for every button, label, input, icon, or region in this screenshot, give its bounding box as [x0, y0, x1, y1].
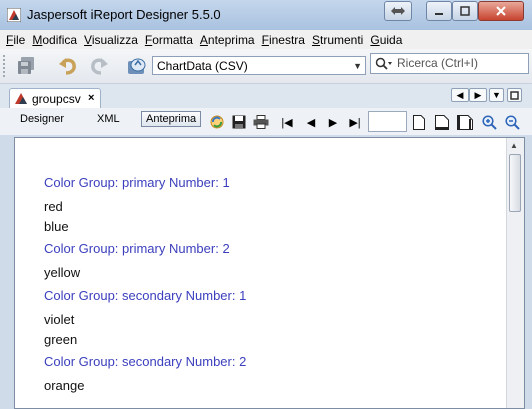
maximize-icon [460, 6, 470, 16]
toolbar-grip[interactable] [3, 55, 9, 77]
maximize-button[interactable] [452, 1, 478, 21]
detail-row: orange [44, 378, 85, 393]
menu-formatta[interactable]: Formatta [145, 33, 193, 47]
datasource-select[interactable]: ChartData (CSV) ▼ [152, 56, 366, 75]
redo-button[interactable] [88, 55, 110, 77]
designer-tab[interactable]: Designer [20, 113, 64, 125]
detail-row: red [44, 199, 63, 214]
print-button[interactable] [252, 114, 270, 130]
fit-page-button[interactable] [433, 114, 451, 130]
zoom-in-icon [481, 114, 497, 130]
actual-size-button[interactable] [410, 114, 428, 130]
close-window-button[interactable] [478, 1, 524, 21]
report-preview: Color Group: primary Number: 1 red blue … [14, 137, 525, 409]
save-report-button[interactable] [230, 114, 248, 130]
scroll-tabs-right-button[interactable]: ▶ [469, 88, 487, 102]
maximize-icon [510, 90, 519, 100]
minimize-icon [435, 13, 443, 15]
menu-modifica[interactable]: Modifica [32, 33, 77, 47]
menu-bar: File Modifica Visualizza Formatta Antepr… [0, 30, 532, 49]
chevron-right-icon: ▶ [474, 89, 482, 100]
menu-anteprima[interactable]: Anteprima [200, 33, 255, 47]
resize-arrows-icon [391, 7, 405, 15]
printer-icon [253, 115, 269, 129]
detail-row: yellow [44, 265, 81, 280]
save-all-icon [18, 57, 34, 74]
datasource-button[interactable] [126, 55, 148, 77]
undo-icon [59, 58, 76, 75]
tab-groupcsv[interactable]: groupcsv × [9, 88, 101, 108]
vertical-scrollbar[interactable]: ▲ [506, 138, 524, 408]
maximize-editor-button[interactable] [507, 88, 522, 102]
scroll-tabs-left-button[interactable]: ◀ [451, 88, 469, 102]
menu-file[interactable]: File [6, 33, 25, 47]
menu-visualizza[interactable]: Visualizza [84, 33, 138, 47]
first-page-button[interactable]: |◀ [278, 114, 296, 130]
chevron-left-icon: ◀ [456, 89, 464, 100]
datasource-value: ChartData (CSV) [157, 58, 248, 73]
fit-width-button[interactable] [456, 114, 474, 130]
menu-guida[interactable]: Guida [370, 33, 402, 47]
zoom-in-button[interactable] [480, 114, 498, 130]
save-all-button[interactable] [15, 55, 37, 77]
restore-size-button[interactable] [384, 1, 412, 21]
fit-width-icon [457, 114, 473, 130]
group-header: Color Group: primary Number: 2 [44, 241, 230, 256]
refresh-button[interactable] [208, 114, 226, 130]
detail-row: blue [44, 219, 69, 234]
search-placeholder: Ricerca (Ctrl+I) [397, 56, 479, 70]
group-header: Color Group: secondary Number: 1 [44, 288, 247, 303]
editor-toolbar: Designer XML Anteprima |◀ ◀ ▶ ▶| [0, 108, 532, 135]
group-header: Color Group: primary Number: 1 [44, 175, 230, 190]
page-icon [413, 114, 425, 130]
report-file-icon [15, 93, 27, 104]
close-icon [496, 6, 506, 16]
group-header: Color Group: secondary Number: 2 [44, 354, 247, 369]
scrollbar-thumb[interactable] [509, 154, 521, 212]
save-icon [232, 115, 246, 129]
chevron-down-icon: ▼ [492, 90, 501, 100]
zoom-out-button[interactable] [503, 114, 521, 130]
last-page-button[interactable]: ▶| [346, 114, 364, 130]
title-bar: Jaspersoft iReport Designer 5.5.0 [0, 0, 532, 30]
detail-row: violet [44, 312, 75, 327]
zoom-out-icon [504, 114, 520, 130]
app-logo-icon [7, 8, 21, 22]
chevron-down-icon: ▼ [353, 61, 362, 71]
fit-page-icon [435, 114, 449, 130]
first-page-icon: |◀ [281, 116, 293, 129]
datasource-icon [128, 58, 146, 74]
next-page-icon: ▶ [328, 116, 338, 129]
redo-icon [91, 58, 108, 75]
previous-page-button[interactable]: ◀ [302, 114, 320, 130]
minimize-button[interactable] [426, 1, 452, 21]
page-number-input[interactable] [368, 111, 407, 132]
tab-label: groupcsv [32, 92, 81, 106]
menu-strumenti[interactable]: Strumenti [312, 33, 363, 47]
preview-tab[interactable]: Anteprima [141, 111, 202, 127]
search-field[interactable]: Ricerca (Ctrl+I) [370, 53, 529, 74]
menu-finestra[interactable]: Finestra [262, 33, 305, 47]
next-page-button[interactable]: ▶ [324, 114, 342, 130]
last-page-icon: ▶| [349, 116, 361, 129]
undo-button[interactable] [57, 55, 79, 77]
previous-page-icon: ◀ [306, 116, 316, 129]
scroll-up-icon[interactable]: ▲ [510, 141, 518, 150]
window-title: Jaspersoft iReport Designer 5.5.0 [27, 7, 221, 22]
refresh-icon [210, 115, 224, 129]
search-icon [375, 57, 392, 70]
tab-list-button[interactable]: ▼ [489, 88, 504, 102]
close-tab-icon[interactable]: × [88, 92, 94, 104]
xml-tab[interactable]: XML [97, 113, 120, 125]
detail-row: green [44, 332, 78, 347]
